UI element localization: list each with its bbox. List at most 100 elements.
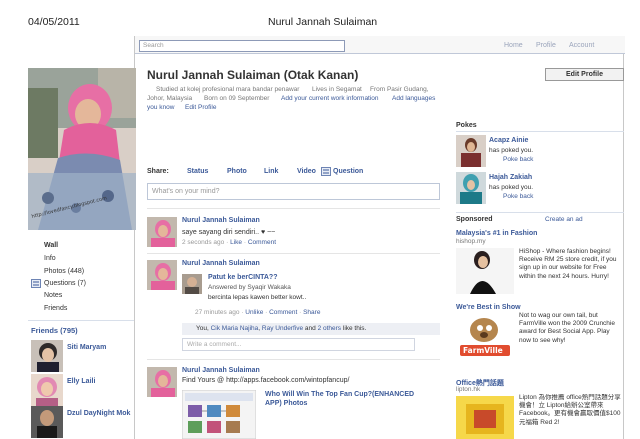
share-link-tab[interactable]: Link (264, 168, 278, 175)
ad-text: Not to wag our own tail, but FarmVille w… (519, 312, 615, 344)
poke-text: has poked you. (489, 147, 534, 154)
share-photo-tab[interactable]: Photo (227, 168, 247, 175)
unlike-link[interactable]: Unlike (245, 309, 263, 316)
likers-others-link[interactable]: 2 others (318, 325, 342, 332)
link-preview-title[interactable]: Who Will Win The Top Fan Cup?(ENHANCED (265, 391, 414, 398)
share-link[interactable]: Share (303, 309, 320, 316)
post-author[interactable]: Nurul Jannah Sulaiman (182, 217, 260, 224)
ad-url[interactable]: hishop.my (456, 238, 486, 245)
feed-divider (147, 359, 440, 360)
poke-text: has poked you. (489, 184, 534, 191)
poke-item: Acapz Ainie has poked you. Poke back (456, 135, 626, 169)
friend-item[interactable]: Siti Maryam (31, 340, 135, 372)
info-location: Johor, Malaysia (147, 95, 193, 102)
friend-avatar[interactable] (31, 374, 63, 406)
share-label: Share: (147, 168, 169, 175)
add-work-link[interactable]: Add your current work information (281, 95, 379, 102)
friend-name[interactable]: Siti Maryam (67, 343, 106, 352)
answerer-avatar[interactable] (182, 274, 202, 294)
edit-profile-button[interactable]: Edit Profile (545, 68, 624, 81)
top-navigation-bar: Search Home Profile Account (135, 36, 625, 54)
post-meta: 2 seconds ago · Like · Comment (182, 239, 276, 246)
friend-name[interactable]: Elly Laili (67, 377, 95, 386)
ad-image[interactable] (456, 248, 514, 294)
question-icon (321, 167, 331, 176)
wall-post: Nurul Jannah Sulaiman saye sayang diri s… (147, 217, 440, 251)
search-input[interactable]: Search (139, 40, 345, 52)
post-meta: 27 minutes ago · Unlike · Comment · Shar… (195, 309, 320, 316)
nav-info[interactable]: Info (44, 255, 56, 262)
ad-title[interactable]: Malaysia's #1 in Fashion (456, 230, 537, 237)
farmville-logo[interactable]: FarmVille (463, 346, 503, 355)
nav-photos[interactable]: Photos (448) (44, 268, 84, 275)
link-preview-title-line2[interactable]: APP) Photos (265, 400, 307, 407)
likes-and: and (304, 325, 318, 332)
poke-item: Hajah Zakiah has poked you. Poke back (456, 172, 626, 206)
post-time[interactable]: 27 minutes ago (195, 309, 239, 316)
info-born: Born on 09 September (204, 95, 270, 102)
friend-name[interactable]: Dzul DayNight Mok (67, 409, 137, 418)
like-link[interactable]: Like (230, 239, 242, 246)
post-text: Find Yours @ http://apps.facebook.com/wi… (182, 377, 350, 384)
sponsored-header: Sponsored (456, 216, 493, 223)
edit-profile-link[interactable]: Edit Profile (185, 104, 216, 111)
liker-link[interactable]: Cik Maria Najiha (211, 325, 259, 332)
post-author-avatar[interactable] (147, 367, 177, 397)
create-ad-link[interactable]: Create an ad (545, 216, 583, 223)
friend-avatar[interactable] (31, 340, 63, 372)
share-status-tab[interactable]: Status (187, 168, 208, 175)
nav-wall[interactable]: Wall (44, 242, 58, 249)
friends-header[interactable]: Friends (795) (31, 326, 78, 335)
write-comment-input[interactable]: Write a comment... (182, 338, 415, 351)
friend-item[interactable]: Elly Laili (31, 374, 135, 406)
likes-line: You, Cik Maria Najiha, Ray Underfive and… (182, 323, 440, 335)
nav-notes[interactable]: Notes (44, 292, 62, 299)
add-languages-link[interactable]: Add languages (392, 95, 435, 102)
liker-link[interactable]: Ray Underfive (262, 325, 303, 332)
post-author-avatar[interactable] (147, 217, 177, 247)
answered-by: Answered by Syaqir Wakaka (208, 284, 291, 291)
feed-divider (147, 253, 440, 254)
question-title-link[interactable]: Patut ke berCINTA?? (208, 274, 278, 281)
post-time[interactable]: 2 seconds ago (182, 239, 224, 246)
likes-suffix: like this. (342, 325, 367, 332)
poke-back-link[interactable]: Poke back (503, 156, 533, 163)
ad-text: Lipton 為你推薦 office熱門話題分享機會！立 Lipton給辦公室帶… (519, 394, 621, 426)
post-author[interactable]: Nurul Jannah Sulaiman (182, 367, 260, 374)
link-preview-image[interactable] (182, 390, 256, 439)
you-know-link[interactable]: you know (147, 104, 174, 111)
friend-avatar[interactable] (31, 406, 63, 438)
post-author[interactable]: Nurul Jannah Sulaiman (182, 260, 260, 267)
poker-name[interactable]: Hajah Zakiah (489, 174, 532, 181)
ad-image[interactable] (456, 396, 514, 439)
nav-home-link[interactable]: Home (504, 42, 523, 49)
post-author-avatar[interactable] (147, 260, 177, 290)
poker-avatar[interactable] (456, 172, 486, 204)
print-title: Nurul Jannah Sulaiman (268, 16, 378, 28)
comment-link[interactable]: Comment (248, 239, 276, 246)
nav-profile-link[interactable]: Profile (536, 42, 556, 49)
profile-name: Nurul Jannah Sulaiman (Otak Kanan) (147, 68, 359, 82)
ad-url[interactable]: lipton.hk (456, 386, 480, 393)
poker-avatar[interactable] (456, 135, 486, 167)
share-bar: Share: Status Photo Link Video Question (147, 167, 440, 180)
friend-item[interactable]: Dzul DayNight Mok (31, 406, 135, 438)
left-divider (28, 320, 134, 321)
share-question-tab[interactable]: Question (333, 168, 363, 175)
poker-name[interactable]: Acapz Ainie (489, 137, 528, 144)
ad-title[interactable]: We're Best in Show (456, 304, 521, 311)
comment-link[interactable]: Comment (269, 309, 297, 316)
feed-divider (147, 208, 440, 209)
nav-questions[interactable]: Questions (7) (44, 280, 86, 287)
info-studied: Studied at kolej profesional mara bandar… (156, 86, 300, 93)
share-video-tab[interactable]: Video (297, 168, 316, 175)
post-meta-row: 27 minutes ago · Unlike · Comment · Shar… (195, 309, 435, 319)
nav-friends[interactable]: Friends (44, 305, 67, 312)
profile-picture[interactable]: http://lovedfancy.blogspot.com (28, 68, 136, 230)
info-lives: Lives in Segamat (312, 86, 362, 93)
nav-account-link[interactable]: Account (569, 42, 594, 49)
answer-text: bercinta lepas kawen better kowt.. (208, 294, 307, 301)
poke-back-link[interactable]: Poke back (503, 193, 533, 200)
status-composer-input[interactable]: What's on your mind? (147, 183, 440, 200)
questions-icon (31, 279, 41, 288)
